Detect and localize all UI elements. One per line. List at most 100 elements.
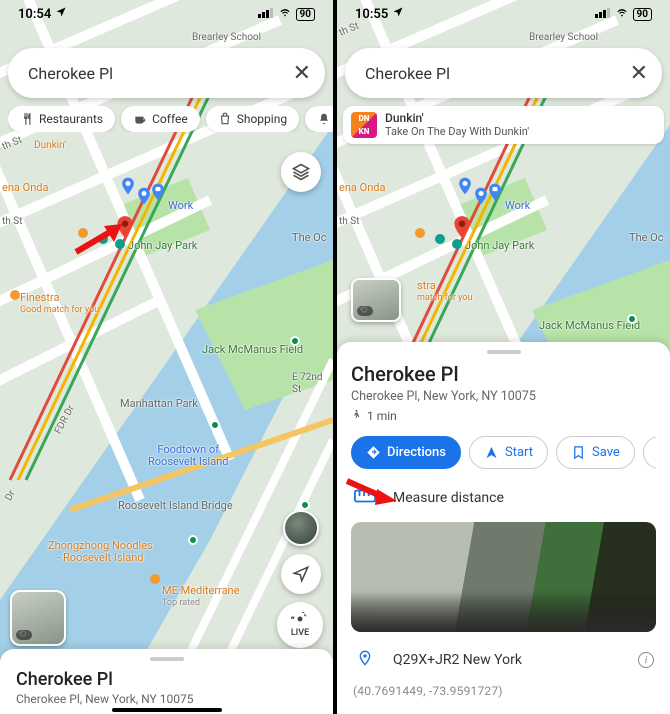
info-icon[interactable]: i [638, 652, 654, 668]
promo-title: Dunkin' [385, 112, 529, 125]
chip-alerts[interactable] [305, 106, 333, 132]
screen-left: Brearley School Dunkin' ena Onda Work Jo… [0, 0, 333, 714]
chip-coffee[interactable]: Coffee [121, 106, 200, 132]
search-bar[interactable]: Cherokee Pl ✕ [8, 48, 325, 98]
streetview-icon: ⟲ [359, 305, 367, 316]
coffee-icon [133, 112, 147, 126]
poi-finestra: Finestra Good match for you [20, 292, 99, 316]
work-pin[interactable] [485, 182, 505, 202]
screen-right: Brearley School ena Onda Work John Jay P… [337, 0, 670, 714]
search-bar[interactable]: Cherokee Pl ✕ [345, 48, 662, 98]
place-address: Cherokee Pl, New York, NY 10075 [351, 389, 656, 404]
poi-work: Work [168, 200, 193, 212]
work-pin[interactable] [148, 182, 168, 202]
wifi-icon [615, 7, 629, 21]
battery-indicator: 90 [633, 8, 652, 21]
recenter-button[interactable] [281, 554, 321, 594]
streetview-icon: ⟲ [18, 629, 26, 640]
mini-pin-teal2 [435, 234, 445, 244]
button-label: Save [592, 445, 620, 460]
place-address: Cherokee Pl, New York, NY 10075 [16, 692, 317, 706]
poi-jjp: John Jay Park [465, 240, 534, 252]
chip-label: Restaurants [39, 112, 103, 126]
poi-ribridge: Roosevelt Island Bridge [118, 500, 233, 512]
place-title: Cherokee Pl [16, 669, 317, 690]
streetview-thumbnail[interactable]: ⟲ [351, 278, 401, 322]
profile-avatar[interactable] [283, 510, 319, 546]
chip-restaurants[interactable]: Restaurants [8, 106, 115, 132]
live-icon [290, 612, 310, 628]
walk-time: 1 min [351, 408, 656, 424]
pin-outline-icon [353, 648, 377, 672]
directions-icon [366, 445, 381, 460]
place-sheet-collapsed[interactable]: Cherokee Pl Cherokee Pl, New York, NY 10… [0, 649, 333, 714]
status-time: 10:54 [18, 7, 51, 22]
sheet-handle[interactable] [150, 657, 184, 661]
chip-label: Shopping [237, 112, 287, 126]
location-arrow-icon [392, 6, 404, 22]
measure-label: Measure distance [393, 490, 504, 506]
flag-icon [654, 445, 656, 460]
poi-work: Work [505, 200, 530, 212]
poi-e72: E 72nd St [292, 372, 333, 396]
annotation-arrow-left [72, 224, 126, 262]
annotation-arrow-right [343, 477, 403, 511]
poi-theoc: The Oc [292, 232, 327, 244]
poi-foodtown: Foodtown ofRoosevelt Island [148, 444, 228, 468]
chip-label: Coffee [152, 112, 188, 126]
mini-pin-park1 [627, 314, 637, 324]
poi-jjp: John Jay Park [128, 240, 197, 252]
status-time: 10:55 [355, 7, 388, 22]
mini-pin-park3 [188, 535, 198, 545]
status-bar: 10:55 90 [337, 4, 670, 24]
cellular-icon [258, 7, 274, 21]
live-label: LIVE [291, 628, 309, 638]
poi-mcmanus: Jack McManus Field [202, 344, 303, 356]
mini-pin-park2 [210, 420, 220, 430]
mini-pin-rest1 [415, 228, 425, 238]
sponsored-card[interactable]: DN KN Dunkin' Take On The Day With Dunki… [343, 106, 664, 144]
clear-search-icon[interactable]: ✕ [630, 61, 648, 86]
sheet-handle[interactable] [487, 350, 521, 354]
status-bar: 10:54 90 [0, 4, 333, 24]
bell-icon [317, 112, 331, 126]
walk-icon [351, 408, 362, 424]
streetview-hero[interactable] [351, 522, 656, 632]
poi-manhattan: Manhattan Park [120, 398, 198, 410]
poi-dunkin: Dunkin' [34, 140, 66, 152]
poi-zhong: Zhongzhong Noodles- Roosevelt Island [48, 540, 153, 564]
dunkin-logo: DN KN [351, 112, 377, 138]
poi-ena: ena Onda [339, 182, 385, 194]
plus-code-text: Q29X+JR2 New York [393, 652, 522, 668]
live-view-button[interactable]: LIVE [277, 602, 323, 648]
save-button[interactable]: Save [556, 436, 635, 469]
navigate-icon [484, 445, 499, 460]
coordinates-text: (40.7691449, -73.9591727) [353, 684, 654, 698]
action-row: Directions Start Save [351, 436, 656, 469]
start-button[interactable]: Start [469, 436, 548, 469]
bookmark-icon [571, 445, 586, 460]
home-indicator [112, 708, 222, 712]
chip-shopping[interactable]: Shopping [206, 106, 299, 132]
plus-code-row[interactable]: Q29X+JR2 New York i [351, 642, 656, 678]
location-arrow-icon [55, 6, 67, 22]
poi-ena: ena Onda [2, 182, 48, 194]
poi-brearley: Brearley School [529, 32, 598, 44]
poi-me: ME Mediterrane Top rated [162, 585, 239, 609]
poi-theoc: The Oc [629, 232, 664, 244]
place-title: Cherokee Pl [351, 362, 656, 386]
button-label: Directions [387, 445, 446, 460]
clear-search-icon[interactable]: ✕ [293, 61, 311, 86]
streetview-thumbnail[interactable]: ⟲ [10, 590, 66, 646]
cellular-icon [595, 7, 611, 21]
layers-button[interactable] [281, 152, 321, 192]
poi-th1: th St [2, 216, 22, 228]
more-button[interactable] [643, 436, 656, 469]
dropped-pin[interactable] [449, 214, 475, 244]
wifi-icon [278, 7, 292, 21]
search-text: Cherokee Pl [365, 64, 630, 83]
directions-button[interactable]: Directions [351, 436, 461, 469]
place-sheet-expanded[interactable]: Cherokee Pl Cherokee Pl, New York, NY 10… [337, 342, 670, 714]
mini-pin-park4 [300, 500, 310, 510]
fork-knife-icon [20, 112, 34, 126]
